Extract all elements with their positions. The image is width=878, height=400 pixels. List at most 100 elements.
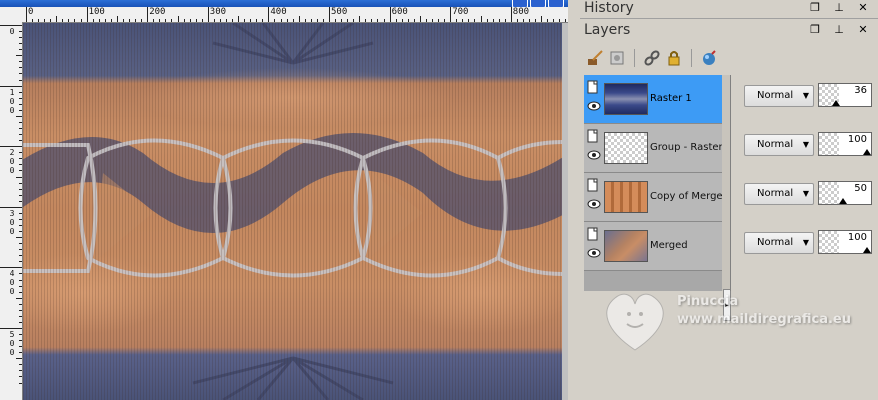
ruler-tick	[19, 364, 22, 366]
lock-button[interactable]	[665, 49, 683, 67]
ruler-label: 0	[9, 166, 15, 176]
ruler-tick	[19, 109, 22, 111]
document-titlebar[interactable]	[0, 0, 568, 8]
restore-icon[interactable]: ❐	[808, 23, 822, 37]
eye-icon[interactable]	[587, 101, 601, 111]
mask-button[interactable]	[608, 49, 626, 67]
horizontal-ruler: 0 100 200 300 400 500 600 700 800	[24, 7, 568, 23]
layer-icon	[587, 227, 598, 241]
ruler-label: 0	[9, 157, 15, 167]
opacity-value: 100	[847, 232, 867, 243]
chevron-down-icon: ▼	[802, 140, 809, 149]
panel-splitter[interactable]: ▸	[722, 75, 731, 321]
ruler-label: 5	[9, 330, 15, 339]
pin-icon[interactable]: ⊥	[832, 1, 846, 15]
ruler-tick	[19, 279, 22, 281]
ruler-tick	[401, 19, 403, 22]
eye-icon[interactable]	[587, 199, 601, 209]
opacity-slider-marker[interactable]	[863, 149, 871, 155]
opacity-field[interactable]: 100	[818, 230, 872, 254]
opacity-slider-marker[interactable]	[832, 100, 840, 106]
opacity-slider-marker[interactable]	[839, 198, 847, 204]
link-button[interactable]	[643, 49, 661, 67]
ruler-tick	[341, 19, 343, 22]
ruler-tick	[189, 19, 191, 22]
ruler-label: 3	[9, 208, 15, 218]
ruler-tick	[19, 79, 22, 81]
ruler-tick	[438, 19, 440, 22]
ruler-tick	[462, 19, 464, 22]
ruler-tick	[450, 7, 452, 22]
ruler-tick	[353, 19, 355, 22]
ruler-tick	[110, 19, 112, 22]
ruler-tick	[395, 19, 397, 22]
document-window: 0 100 200 300 400 500 600 700 800 01002003004005…	[0, 0, 568, 400]
ruler-tick	[268, 7, 270, 22]
ruler-tick	[444, 19, 446, 22]
close-icon[interactable]: ✕	[856, 1, 870, 15]
ruler-tick	[38, 19, 40, 22]
ruler-tick	[122, 19, 124, 22]
eye-icon[interactable]	[587, 150, 601, 160]
ruler-label: 1	[9, 87, 15, 97]
blend-mode-dropdown[interactable]: Normal ▼	[744, 232, 814, 254]
ruler-label: 200	[149, 7, 166, 17]
opacity-field[interactable]: 50	[818, 181, 872, 205]
ruler-label: 0	[9, 348, 15, 357]
opacity-field[interactable]: 100	[818, 132, 872, 156]
restore-icon[interactable]: ❐	[808, 1, 822, 15]
ruler-tick	[19, 224, 22, 226]
ruler-tick	[0, 85, 22, 87]
ruler-tick	[74, 19, 76, 22]
ruler-tick	[19, 382, 22, 384]
layer-row[interactable]: Merged	[584, 222, 722, 271]
ruler-tick	[16, 115, 22, 117]
layer-row[interactable]: Group - Raster 1	[584, 124, 732, 173]
layer-icon	[587, 129, 598, 143]
layer-prop-row: Normal ▼ 100	[731, 222, 878, 270]
blend-mode-dropdown[interactable]: Normal ▼	[744, 134, 814, 156]
mask-icon	[610, 51, 624, 65]
history-panel-title: History	[584, 0, 634, 16]
new-layer-button[interactable]	[700, 49, 718, 67]
eye-icon[interactable]	[587, 248, 601, 258]
layer-name: Raster 1	[650, 93, 692, 104]
ruler-tick	[213, 19, 215, 22]
opacity-slider-marker[interactable]	[863, 247, 871, 253]
ruler-tick	[528, 19, 530, 22]
ruler-tick	[274, 19, 276, 22]
ruler-tick	[19, 370, 22, 372]
ruler-tick	[19, 152, 22, 154]
ruler-label: 0	[9, 96, 15, 106]
layer-properties-button[interactable]	[586, 49, 604, 67]
ruler-tick	[456, 19, 458, 22]
blend-mode-dropdown[interactable]: Normal ▼	[744, 183, 814, 205]
layers-panel-header: Layers ❐ ⊥ ✕	[580, 22, 878, 44]
ruler-tick	[383, 19, 385, 22]
ruler-tick	[510, 7, 512, 22]
ruler-tick	[262, 19, 264, 22]
ruler-tick	[19, 346, 22, 348]
ruler-tick	[80, 19, 82, 22]
layers-toolbar	[580, 46, 878, 70]
blend-mode-label: Normal	[757, 237, 794, 248]
layer-row[interactable]: Copy of Merged	[584, 173, 729, 222]
ruler-tick	[141, 19, 143, 22]
blend-mode-dropdown[interactable]: Normal ▼	[744, 85, 814, 107]
chevron-down-icon: ▼	[802, 189, 809, 198]
ruler-tick	[68, 19, 70, 22]
ruler-tick	[298, 16, 300, 22]
ruler-corner	[0, 7, 24, 23]
ruler-tick	[16, 176, 22, 178]
image-canvas[interactable]	[23, 23, 562, 400]
ruler-tick	[0, 267, 22, 269]
toolbar-separator	[691, 49, 692, 67]
ruler-tick	[44, 19, 46, 22]
layer-row[interactable]: Raster 1	[584, 75, 722, 124]
opacity-field[interactable]: 36	[818, 83, 872, 107]
ruler-label: 0	[28, 7, 34, 17]
layer-thumbnail	[604, 181, 648, 213]
close-icon[interactable]: ✕	[856, 23, 870, 37]
layer-prop-row: Normal ▼ 36	[731, 75, 878, 123]
pin-icon[interactable]: ⊥	[832, 23, 846, 37]
